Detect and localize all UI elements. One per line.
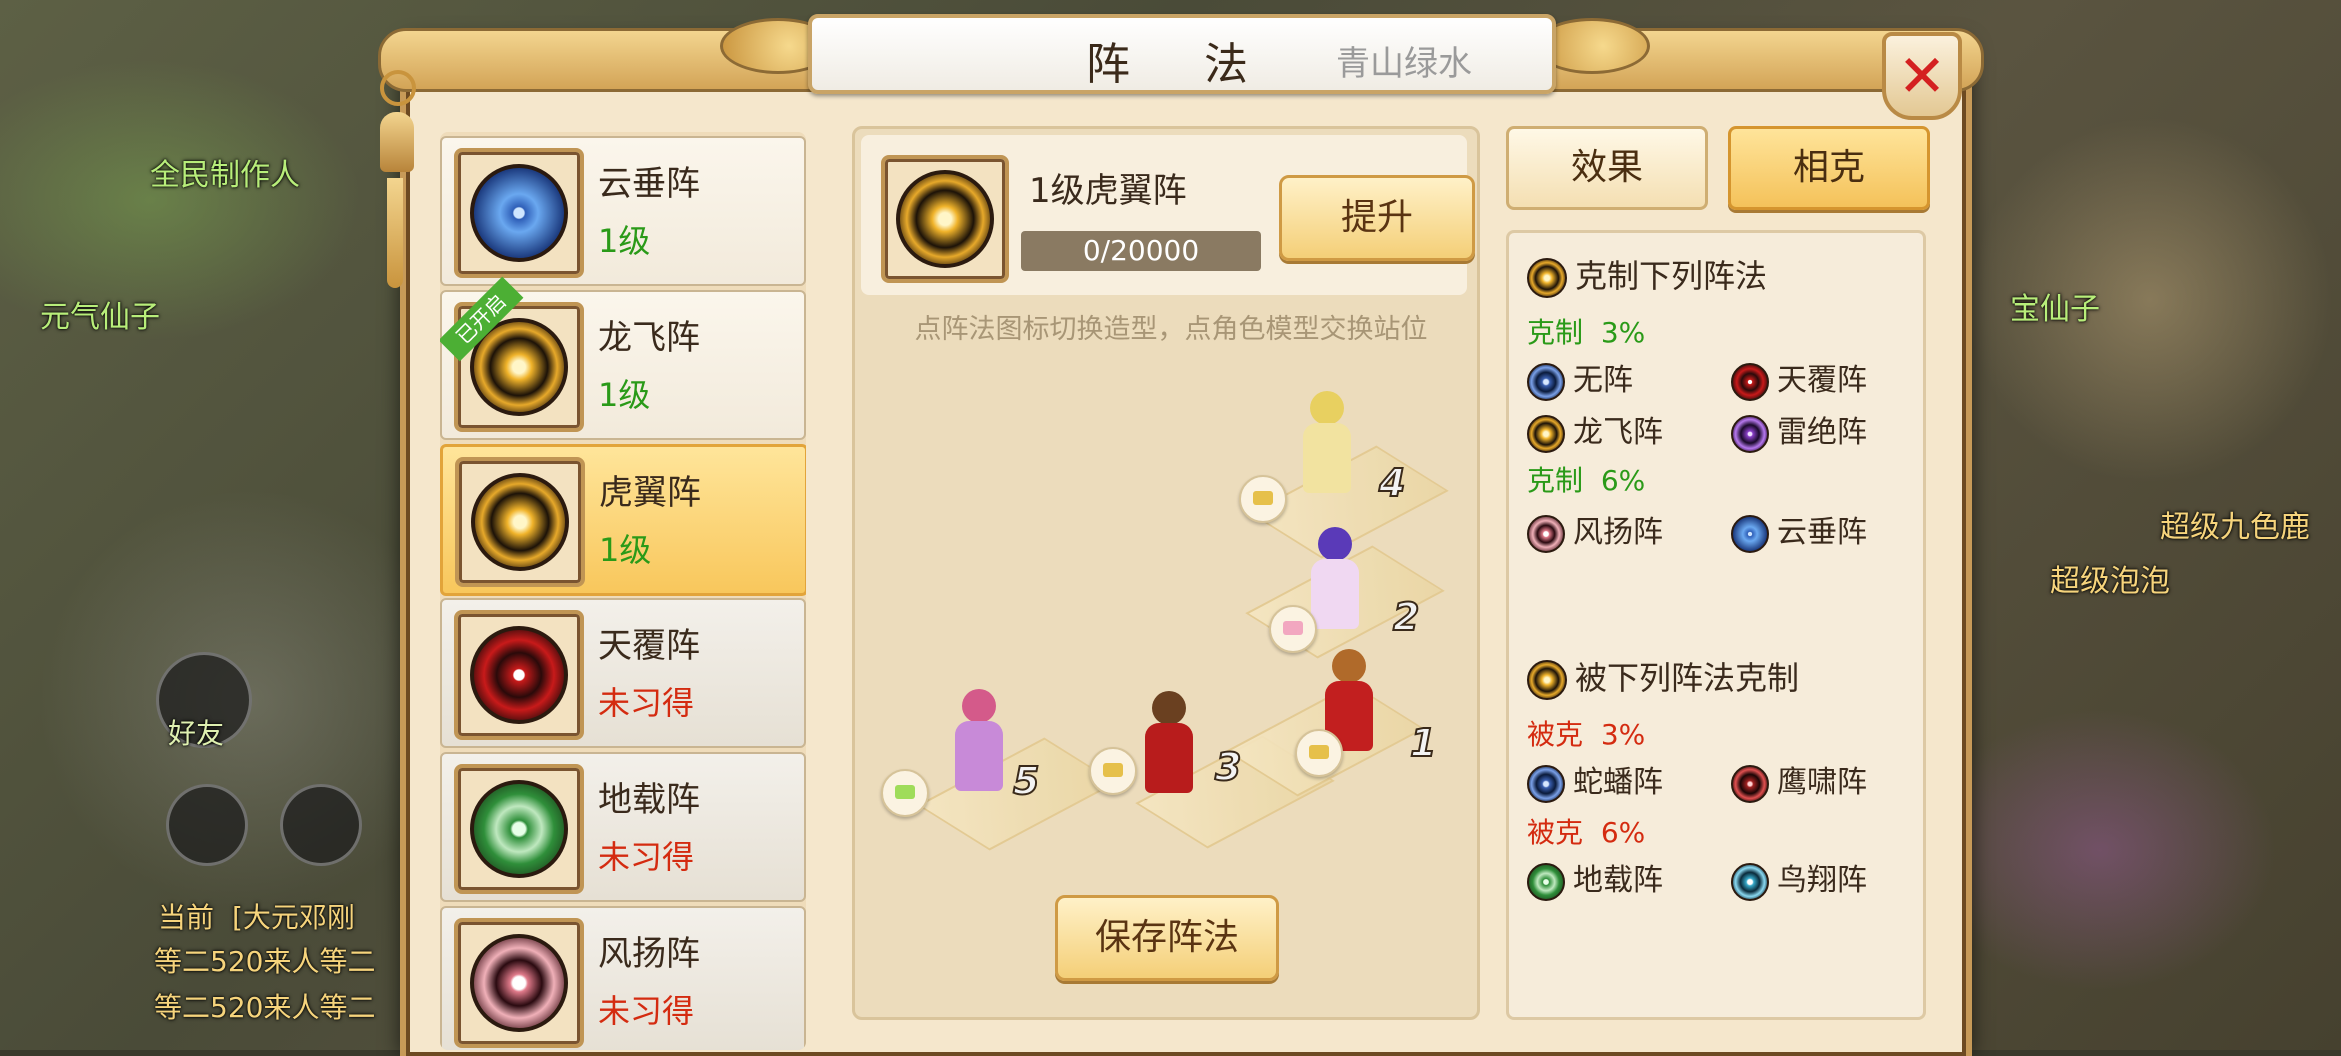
current-formation-box: 1级虎翼阵 0/20000 提升 bbox=[861, 135, 1475, 295]
countered-percent-row: 被克 3% bbox=[1527, 718, 1646, 751]
snake-formation-icon bbox=[1527, 764, 1565, 803]
formation-item-yunchui[interactable]: 云垂阵 1级 bbox=[440, 136, 806, 286]
tab-counter[interactable]: 相克 bbox=[1728, 126, 1930, 210]
formation-item-dizai[interactable]: 地载阵 未习得 bbox=[440, 752, 806, 902]
tassel-ornament bbox=[380, 70, 416, 330]
character-slot-2[interactable] bbox=[1311, 527, 1359, 629]
formation-entry: 雷绝阵 bbox=[1731, 407, 1867, 453]
cloud-formation-icon bbox=[454, 148, 584, 278]
bird-formation-icon bbox=[1731, 862, 1769, 901]
position-chip-icon[interactable] bbox=[881, 769, 929, 817]
position-chip-icon[interactable] bbox=[1239, 475, 1287, 523]
upgrade-button[interactable]: 提升 bbox=[1279, 175, 1475, 261]
bg-chat-line: [大元邓刚 bbox=[232, 901, 355, 934]
bg-label: 超级九色鹿 bbox=[2160, 510, 2310, 545]
formation-name: 天覆阵 bbox=[598, 626, 700, 666]
formation-entry: 龙飞阵 bbox=[1527, 407, 1663, 453]
formation-entry: 蛇蟠阵 bbox=[1527, 757, 1663, 803]
tiger-formation-icon[interactable] bbox=[881, 155, 1009, 283]
earth-formation-icon bbox=[1527, 862, 1565, 901]
slot-number-4: 4 bbox=[1378, 460, 1406, 506]
eagle-formation-icon bbox=[1731, 764, 1769, 803]
formation-item-tianfu[interactable]: 天覆阵 未习得 bbox=[440, 598, 806, 748]
tiger-formation-icon bbox=[1527, 660, 1567, 700]
formation-entry: 无阵 bbox=[1527, 355, 1633, 401]
formation-name: 虎翼阵 bbox=[599, 473, 701, 513]
bg-label: 宝仙子 bbox=[2010, 292, 2100, 327]
countered-percent-row: 被克 6% bbox=[1527, 816, 1646, 849]
formation-level: 1级 bbox=[598, 376, 651, 414]
formation-list[interactable]: 云垂阵 1级 已开启 龙飞阵 1级 虎翼阵 1级 天覆阵 未习得 地载阵 未习得… bbox=[440, 132, 806, 1050]
formation-name: 云垂阵 bbox=[598, 164, 700, 204]
bg-label: 全民制作人 bbox=[150, 158, 300, 193]
bg-chat-line: 等二520来人等二 bbox=[154, 945, 376, 978]
formation-name: 龙飞阵 bbox=[598, 318, 700, 358]
character-slot-4[interactable] bbox=[1303, 391, 1351, 493]
counters-heading: 克制下列阵法 bbox=[1527, 251, 1767, 298]
title-decoration: 青山绿水 bbox=[1336, 44, 1472, 84]
position-chip-icon[interactable] bbox=[1089, 747, 1137, 795]
cloud-formation-icon bbox=[1731, 514, 1769, 553]
title-plate: 阵 法 青山绿水 bbox=[808, 14, 1556, 94]
position-chip-icon[interactable] bbox=[1269, 605, 1317, 653]
formation-name: 风扬阵 bbox=[598, 934, 700, 974]
current-formation-name: 1级虎翼阵 bbox=[1029, 171, 1187, 211]
slot-number-3: 3 bbox=[1214, 744, 1242, 790]
save-formation-button[interactable]: 保存阵法 bbox=[1055, 895, 1279, 981]
formation-entry: 云垂阵 bbox=[1731, 507, 1867, 553]
tiger-formation-icon bbox=[1527, 258, 1567, 298]
dragon-formation-icon bbox=[1527, 414, 1565, 453]
formation-entry: 鸟翔阵 bbox=[1731, 855, 1867, 901]
countered-by-heading: 被下列阵法克制 bbox=[1527, 653, 1799, 700]
formation-entry: 地载阵 bbox=[1527, 855, 1663, 901]
chat-icon[interactable] bbox=[166, 784, 248, 866]
formation-level: 未习得 bbox=[598, 838, 695, 876]
bg-label: 元气仙子 bbox=[40, 300, 160, 335]
bg-channel: 当前 bbox=[158, 901, 215, 934]
character-slot-5[interactable] bbox=[955, 689, 1003, 791]
formation-name: 地载阵 bbox=[598, 780, 700, 820]
experience-progress: 0/20000 bbox=[1021, 231, 1261, 271]
heaven-formation-icon bbox=[1731, 362, 1769, 401]
formation-level: 1级 bbox=[598, 222, 651, 260]
heaven-formation-icon bbox=[454, 610, 584, 740]
no-formation-icon bbox=[1527, 362, 1565, 401]
position-chip-icon[interactable] bbox=[1295, 729, 1343, 777]
thunder-formation-icon bbox=[1731, 414, 1769, 453]
slot-number-1: 1 bbox=[1409, 720, 1437, 766]
formation-detail: 1级虎翼阵 0/20000 提升 点阵法图标切换造型，点角色模型交换站位 1 2… bbox=[852, 126, 1480, 1020]
hint-text: 点阵法图标切换造型，点角色模型交换站位 bbox=[914, 314, 1428, 345]
formation-item-longfei[interactable]: 已开启 龙飞阵 1级 bbox=[440, 276, 806, 440]
slot-number-2: 2 bbox=[1392, 594, 1420, 640]
formation-item-fengyang[interactable]: 风扬阵 未习得 bbox=[440, 906, 806, 1050]
earth-formation-icon bbox=[454, 764, 584, 894]
close-icon: ✕ bbox=[1897, 42, 1947, 110]
character-slot-3[interactable] bbox=[1145, 691, 1193, 793]
formation-level: 1级 bbox=[599, 531, 652, 569]
formation-entry: 鹰啸阵 bbox=[1731, 757, 1867, 803]
wind-formation-icon bbox=[454, 918, 584, 1048]
formation-level: 未习得 bbox=[598, 684, 695, 722]
friend-label: 好友 bbox=[168, 717, 225, 750]
counter-percent-row: 克制 6% bbox=[1527, 464, 1646, 497]
formation-level: 未习得 bbox=[598, 992, 695, 1030]
formation-entry: 天覆阵 bbox=[1731, 355, 1867, 401]
tab-effect[interactable]: 效果 bbox=[1506, 126, 1708, 210]
wind-formation-icon bbox=[1527, 514, 1565, 553]
counter-info-panel: 克制下列阵法 克制 3% 无阵 天覆阵 龙飞阵 雷绝阵 克制 6% 风扬阵 云垂… bbox=[1506, 230, 1926, 1020]
close-button[interactable]: ✕ bbox=[1882, 32, 1962, 120]
formation-entry: 风扬阵 bbox=[1527, 507, 1663, 553]
slot-number-5: 5 bbox=[1012, 758, 1040, 804]
tiger-formation-icon bbox=[455, 457, 585, 587]
counter-percent-row: 克制 3% bbox=[1527, 316, 1646, 349]
microphone-icon[interactable] bbox=[280, 784, 362, 866]
formation-item-huyi[interactable]: 虎翼阵 1级 bbox=[440, 444, 806, 596]
bg-chat-line: 等二520来人等二 bbox=[154, 991, 376, 1024]
bg-label: 超级泡泡 bbox=[2050, 564, 2170, 599]
